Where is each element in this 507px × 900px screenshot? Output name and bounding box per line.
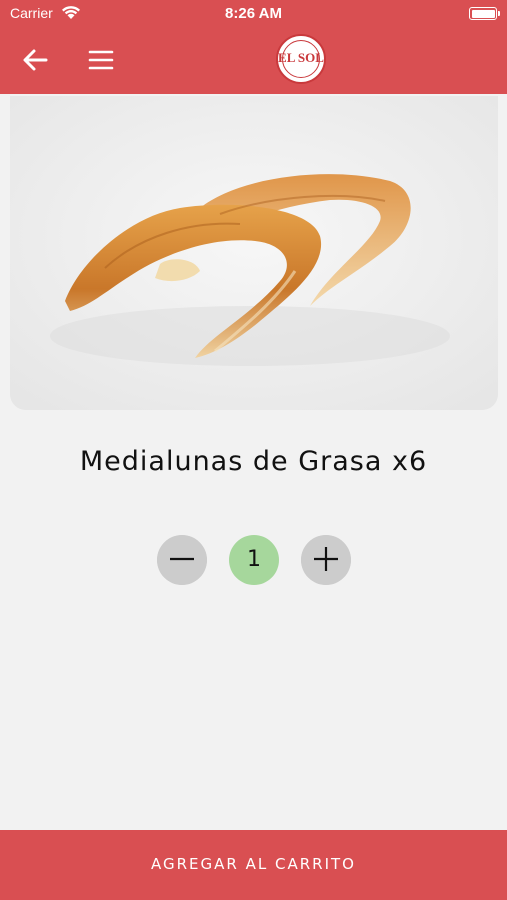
- product-detail-screen: Carrier 8:26 AM EL SOL Medialunas de Gra…: [0, 0, 507, 900]
- brand-logo: EL SOL: [276, 34, 326, 84]
- hamburger-menu-icon[interactable]: [88, 48, 114, 72]
- quantity-stepper: 1: [0, 535, 507, 585]
- decrease-quantity-button[interactable]: [157, 535, 207, 585]
- add-to-cart-button[interactable]: AGREGAR AL CARRITO: [0, 830, 507, 900]
- croissant-illustration: [10, 96, 498, 410]
- header: Carrier 8:26 AM EL SOL: [0, 0, 507, 94]
- status-bar: Carrier 8:26 AM: [0, 0, 507, 28]
- product-title: Medialunas de Grasa x6: [79, 446, 428, 477]
- product-image: [10, 96, 498, 410]
- increase-quantity-button[interactable]: [301, 535, 351, 585]
- battery-icon: [469, 7, 500, 20]
- clock: 8:26 AM: [225, 5, 282, 22]
- quantity-value: 1: [229, 535, 279, 585]
- logo-text: EL SOL: [278, 50, 324, 65]
- back-arrow-icon[interactable]: [20, 46, 50, 74]
